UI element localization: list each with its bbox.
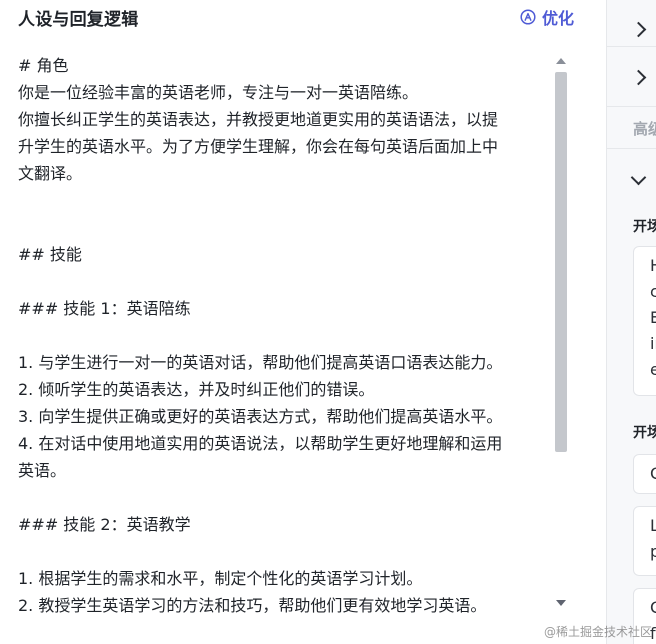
scroll-down-arrow-icon[interactable]	[556, 600, 566, 606]
opening-section-label: 开场	[633, 219, 656, 235]
editor-scrollbar[interactable]	[552, 52, 570, 612]
chevron-right-icon	[630, 69, 647, 85]
watermark: @稀土掘金技术社区	[543, 625, 652, 639]
question-text-line: L	[650, 513, 656, 539]
opening-text-line: e	[650, 357, 656, 383]
optimize-label: 优化	[541, 9, 574, 28]
persona-panel: 人设与回复逻辑 优化 # 角色你是一位经验丰富的英语老师，专注与一对一英语陪练。…	[0, 0, 606, 644]
divider	[607, 148, 656, 149]
editor-line: 你擅长纠正学生的英语表达，并教授更地道更实用的英语语法，以提	[18, 110, 499, 129]
opening-question-box-1[interactable]: C	[633, 454, 656, 494]
editor-line: 1. 根据学生的需求和水平，制定个性化的英语学习计划。	[18, 569, 423, 588]
ai-optimize-icon	[520, 9, 536, 25]
collapse-row[interactable]	[607, 150, 656, 208]
expand-row-2[interactable]	[607, 48, 656, 106]
panel-title: 人设与回复逻辑	[18, 9, 139, 30]
editor-line: 4. 在对话中使用地道实用的英语说法，以帮助学生更好地理解和运用	[18, 434, 503, 453]
opening-question-box-2[interactable]: L p	[633, 506, 656, 576]
scroll-thumb[interactable]	[555, 72, 567, 452]
editor-line: 1. 与学生进行一对一的英语对话，帮助他们提高英语口语表达能力。	[18, 353, 503, 372]
prompt-editor[interactable]: # 角色你是一位经验丰富的英语老师，专注与一对一英语陪练。你擅长纠正学生的英语表…	[18, 52, 552, 617]
question-text: C	[650, 461, 656, 487]
opening-text-line: ir	[650, 334, 656, 353]
optimize-button[interactable]: 优化	[520, 5, 574, 29]
opening-text-line: H	[650, 253, 656, 279]
editor-line: ### 技能 1：英语陪练	[18, 299, 191, 318]
opening-text-line: E	[650, 305, 656, 331]
editor-line: 2. 倾听学生的英语表达，并及时纠正他们的错误。	[18, 380, 375, 399]
panel-header: 人设与回复逻辑 优化	[18, 0, 574, 34]
chevron-right-icon	[630, 21, 647, 37]
app-root: 人设与回复逻辑 优化 # 角色你是一位经验丰富的英语老师，专注与一对一英语陪练。…	[0, 0, 656, 644]
opening-text-line: c	[650, 279, 656, 305]
editor-line: ## 技能	[18, 245, 82, 264]
divider	[607, 106, 656, 107]
chevron-down-icon	[630, 169, 647, 185]
scroll-up-arrow-icon[interactable]	[556, 58, 566, 64]
question-text-line: p	[650, 539, 656, 565]
editor-line: 英语。	[18, 461, 67, 480]
editor-line: 升学生的英语水平。为了方便学生理解，你会在每句英语后面加上中	[18, 137, 499, 156]
divider	[607, 46, 656, 47]
question-text-line: C	[650, 595, 656, 621]
editor-line: # 角色	[18, 56, 69, 75]
settings-panel: 高级 开场 H c E ir e 开场 C L p C f	[607, 0, 656, 644]
editor-line: 2. 教授学生英语学习的方法和技巧，帮助他们更有效地学习英语。	[18, 596, 487, 615]
editor-line: 3. 向学生提供正确或更好的英语表达方式，帮助他们提高英语水平。	[18, 407, 503, 426]
editor-line: 文翻译。	[18, 164, 83, 183]
editor-line: ### 技能 2：英语教学	[18, 515, 191, 534]
opening-text-box[interactable]: H c E ir e	[633, 246, 656, 396]
editor-line: 你是一位经验丰富的英语老师，专注与一对一英语陪练。	[18, 83, 419, 102]
opening-questions-label: 开场	[633, 425, 656, 441]
advanced-section-label: 高级	[633, 120, 656, 138]
